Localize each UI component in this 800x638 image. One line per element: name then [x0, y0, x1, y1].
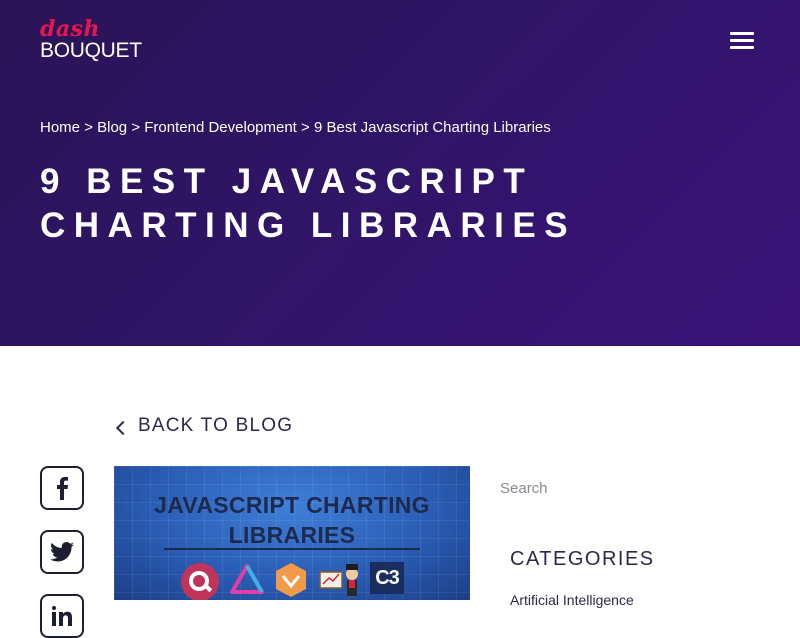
- breadcrumb-home[interactable]: Home: [40, 119, 80, 136]
- site-logo[interactable]: dash BOUQUET: [40, 18, 142, 62]
- twitter-share-button[interactable]: [40, 530, 84, 574]
- triangle-logo-icon: [230, 564, 264, 594]
- twitter-icon: [50, 542, 74, 562]
- hexagon-logo-icon: [276, 563, 306, 597]
- hamburger-menu-icon[interactable]: [730, 31, 754, 51]
- search-input[interactable]: [500, 476, 760, 500]
- chart-mascot-icon: [319, 564, 358, 596]
- menu-bar: [730, 32, 754, 35]
- featured-image-heading-line1: JAVASCRIPT CHARTING: [154, 492, 430, 518]
- breadcrumb-separator: >: [301, 119, 310, 136]
- featured-image: JAVASCRIPT CHARTING LIBRARIES C3: [114, 466, 470, 600]
- back-to-blog-label: BACK TO BLOG: [138, 415, 294, 436]
- back-to-blog-link[interactable]: BACK TO BLOG: [115, 415, 294, 437]
- page-title-line2: CHARTING LIBRARIES: [40, 206, 577, 245]
- featured-image-divider: [164, 548, 420, 550]
- page-title-line1: 9 BEST JAVASCRIPT: [40, 162, 534, 201]
- facebook-share-button[interactable]: [40, 466, 84, 510]
- menu-bar: [730, 46, 754, 49]
- categories-heading: CATEGORIES: [510, 548, 655, 570]
- breadcrumb-frontend-development[interactable]: Frontend Development: [144, 119, 297, 136]
- c3-logo-icon: C3: [370, 562, 404, 594]
- featured-image-heading-line2: LIBRARIES: [228, 522, 356, 548]
- category-link-artificial-intelligence[interactable]: Artificial Intelligence: [510, 592, 634, 608]
- logo-bouquet-text: BOUQUET: [40, 39, 142, 62]
- breadcrumb: Home > Blog > Frontend Development > 9 B…: [40, 118, 551, 138]
- hero-header: dash BOUQUET Home > Blog > Frontend Deve…: [0, 0, 800, 346]
- menu-bar: [730, 39, 754, 42]
- facebook-icon: [57, 476, 68, 500]
- breadcrumb-blog[interactable]: Blog: [97, 119, 127, 136]
- breadcrumb-separator: >: [131, 119, 141, 136]
- breadcrumb-separator: >: [84, 119, 93, 136]
- page-title: 9 BEST JAVASCRIPT CHARTING LIBRARIES: [40, 160, 740, 248]
- breadcrumb-current: 9 Best Javascript Charting Libraries: [313, 119, 551, 136]
- logo-dash-text: dash: [40, 16, 101, 42]
- linkedin-share-button[interactable]: [40, 594, 84, 638]
- linkedin-icon: [52, 606, 72, 626]
- chevron-left-icon: [115, 420, 131, 436]
- q-logo-icon: [181, 563, 219, 600]
